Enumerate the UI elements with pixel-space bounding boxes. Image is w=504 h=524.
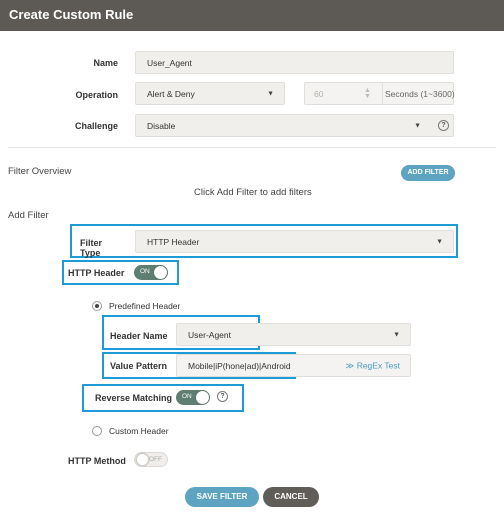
toggle-knob (154, 266, 167, 279)
http-header-toggle-state: ON (140, 268, 150, 275)
challenge-label: Challenge (74, 121, 118, 131)
value-pattern-value: Mobile|iP(hone|ad)|Android (188, 360, 291, 371)
caret-down-icon: ▼ (267, 90, 274, 97)
reverse-matching-toggle[interactable]: ON (176, 390, 210, 405)
filter-overview-title: Filter Overview (8, 166, 72, 177)
operation-select[interactable]: Alert & Deny ▼ (135, 82, 285, 105)
custom-header-label: Custom Header (109, 426, 169, 436)
question-circle-icon[interactable]: ? (217, 391, 228, 402)
challenge-select[interactable]: Disable ▼ ? (135, 114, 454, 137)
http-method-toggle[interactable]: OFF (134, 452, 168, 467)
add-filter-title: Add Filter (8, 210, 49, 221)
regex-test-label: RegEx Test (356, 360, 400, 370)
name-input[interactable]: User_Agent (135, 51, 454, 74)
custom-header-radio[interactable] (92, 426, 102, 436)
name-label: Name (93, 58, 118, 68)
http-method-label: HTTP Method (68, 456, 126, 466)
save-filter-button[interactable]: SAVE FILTER (185, 487, 259, 507)
challenge-select-value: Disable (147, 120, 176, 131)
seconds-divider (382, 83, 383, 104)
filter-type-label: Filter Type (80, 238, 103, 258)
http-header-toggle[interactable]: ON (134, 265, 168, 280)
filter-type-select[interactable]: HTTP Header ▼ (135, 230, 454, 253)
toggle-knob (196, 391, 209, 404)
dialog-title: Create Custom Rule (9, 7, 134, 22)
filter-type-value: HTTP Header (147, 236, 200, 247)
caret-down-icon: ▼ (393, 331, 400, 338)
seconds-input-value: 60 (314, 88, 324, 99)
reverse-matching-toggle-state: ON (182, 393, 192, 400)
spinner-arrows-icon[interactable]: ▲ ▼ (364, 87, 371, 100)
reverse-matching-label: Reverse Matching (95, 393, 173, 403)
dialog-titlebar: Create Custom Rule (0, 0, 504, 31)
header-name-select[interactable]: User-Agent ▼ (176, 323, 411, 346)
header-name-value: User-Agent (188, 329, 231, 340)
name-input-value: User_Agent (147, 57, 192, 68)
value-pattern-label: Value Pattern (110, 361, 168, 371)
seconds-suffix: Seconds (1~3600) (385, 88, 455, 99)
regex-test-link[interactable]: ≫ RegEx Test (345, 360, 400, 371)
chevron-double-down-icon: ≫ (345, 360, 355, 370)
caret-down-icon: ▼ (414, 122, 421, 129)
http-header-label: HTTP Header (68, 268, 125, 278)
http-method-toggle-state: OFF (149, 456, 162, 463)
add-filter-button[interactable]: ADD FILTER (401, 165, 455, 181)
value-pattern-input[interactable]: Mobile|iP(hone|ad)|Android ≫ RegEx Test (176, 354, 411, 377)
operation-label: Operation (75, 90, 118, 100)
predefined-header-radio[interactable] (92, 301, 102, 311)
question-circle-icon[interactable]: ? (438, 120, 449, 131)
toggle-knob (136, 453, 149, 466)
filter-empty-hint: Click Add Filter to add filters (194, 187, 312, 198)
section-divider (8, 147, 496, 148)
cancel-button[interactable]: CANCEL (263, 487, 319, 507)
caret-down-icon: ▼ (436, 238, 443, 245)
header-name-label: Header Name (110, 331, 168, 341)
predefined-header-label: Predefined Header (109, 301, 181, 311)
seconds-input[interactable]: 60 ▲ ▼ Seconds (1~3600) (304, 82, 455, 105)
operation-select-value: Alert & Deny (147, 88, 195, 99)
